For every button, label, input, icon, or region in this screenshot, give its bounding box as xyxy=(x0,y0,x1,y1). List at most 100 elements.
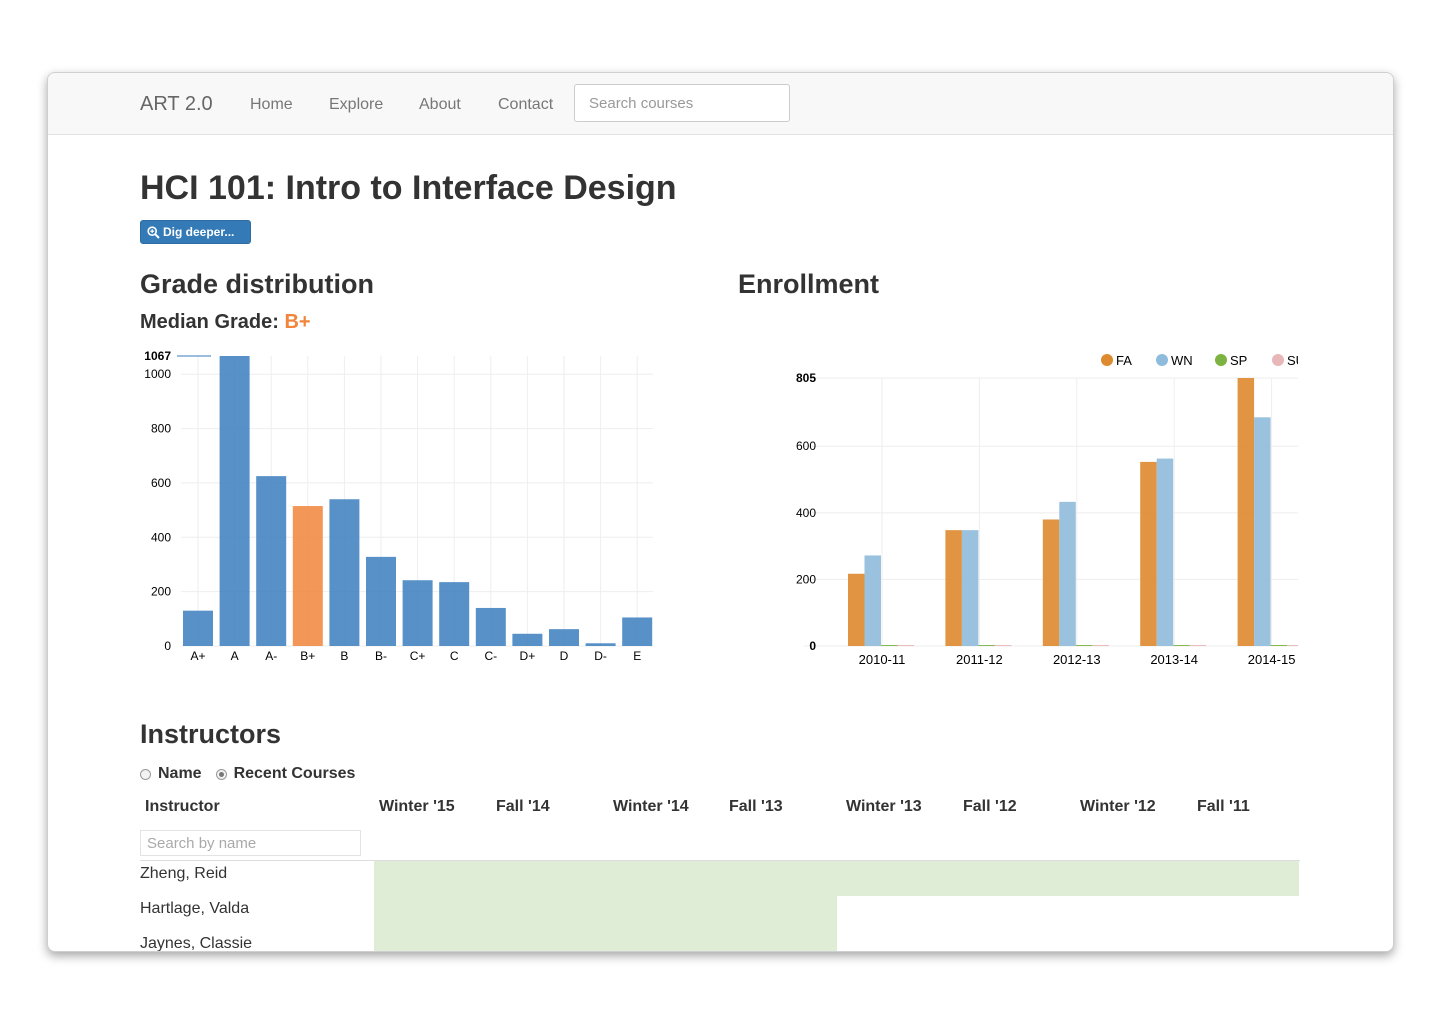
grade-bar[interactable] xyxy=(585,643,616,646)
term-header: Fall '13 xyxy=(729,798,783,815)
sort-name-radio[interactable] xyxy=(140,768,151,780)
x-tick-label: 2010-11 xyxy=(859,652,906,667)
grade-bar[interactable] xyxy=(402,580,433,646)
zoom-in-icon xyxy=(147,225,160,239)
sort-recent-radio[interactable] xyxy=(215,768,227,780)
grade-bar[interactable] xyxy=(475,607,506,646)
x-tick-label: E xyxy=(633,649,641,663)
median-grade-label: Median Grade: xyxy=(140,311,279,333)
dig-deeper-label: Dig deeper... xyxy=(163,225,235,239)
enrollment-bar-fa[interactable] xyxy=(1237,378,1255,646)
grade-bar[interactable] xyxy=(512,633,543,646)
y-tick-label: 1000 xyxy=(144,367,171,381)
enrollment-bar-su[interactable] xyxy=(994,645,1012,646)
legend-label[interactable]: SU xyxy=(1287,353,1298,368)
y-tick-label: 600 xyxy=(151,476,171,490)
x-tick-label: C+ xyxy=(410,649,426,663)
term-header: Winter '13 xyxy=(846,798,922,815)
brand-logo[interactable]: ART 2.0 xyxy=(140,93,213,116)
grade-bar[interactable] xyxy=(366,556,396,646)
enrollment-bar-fa[interactable] xyxy=(1140,461,1157,646)
x-tick-label: 2014-15 xyxy=(1248,652,1296,667)
x-tick-label: 2012-13 xyxy=(1053,652,1101,667)
legend-swatch-fa[interactable] xyxy=(1101,354,1113,366)
nav-about-link[interactable]: About xyxy=(419,96,461,114)
nav-explore-link[interactable]: Explore xyxy=(329,96,383,114)
browser-window: ART 2.0 Home Explore About Contact HCI 1… xyxy=(47,72,1394,952)
enrollment-bar-su[interactable] xyxy=(1287,645,1298,646)
term-header: Fall '14 xyxy=(496,798,550,815)
instructor-search-input[interactable] xyxy=(140,830,361,856)
nav-contact-link[interactable]: Contact xyxy=(498,96,553,114)
term-header: Fall '11 xyxy=(1197,798,1250,815)
y-tick-label: 200 xyxy=(151,585,171,599)
enrollment-bar-fa[interactable] xyxy=(945,530,962,646)
instructor-teaching-bar[interactable] xyxy=(374,896,837,951)
nav-home-link[interactable]: Home xyxy=(250,96,293,114)
enrollment-bar-wn[interactable] xyxy=(1254,417,1271,646)
enrollment-chart: 0 200 400 600 805 2010-11 2011-12 2012-13 2013-1… xyxy=(796,353,1298,667)
dig-deeper-button[interactable]: Dig deeper... xyxy=(140,220,251,244)
median-grade: Median Grade: B+ xyxy=(140,311,311,334)
legend-swatch-sp[interactable] xyxy=(1215,354,1227,366)
x-tick-label: 2013-14 xyxy=(1150,652,1198,667)
term-header: Winter '14 xyxy=(613,798,689,815)
legend-swatch-su[interactable] xyxy=(1272,354,1284,366)
enrollment-bar-wn[interactable] xyxy=(1059,501,1076,646)
y-tick-label: 600 xyxy=(796,439,816,453)
enrollment-bar-fa[interactable] xyxy=(848,573,865,646)
x-tick-label: A- xyxy=(265,649,277,663)
page-title: HCI 101: Intro to Interface Design xyxy=(140,169,677,207)
y-max-label: 805 xyxy=(796,371,816,385)
y-tick-label: 0 xyxy=(809,639,816,653)
enrollment-bar-sp[interactable] xyxy=(1173,645,1190,646)
x-tick-label: C- xyxy=(484,649,497,663)
enrollment-bar-fa[interactable] xyxy=(1042,519,1060,646)
course-search-input[interactable] xyxy=(574,84,790,122)
enrollment-bar-su[interactable] xyxy=(1189,645,1207,646)
x-tick-label: D- xyxy=(594,649,607,663)
legend-swatch-wn[interactable] xyxy=(1156,354,1168,366)
enrollment-bar-wn[interactable] xyxy=(864,555,882,646)
instructor-sort-options: Name Recent Courses xyxy=(140,765,355,783)
grade-bar[interactable] xyxy=(622,617,653,646)
enrollment-bar-sp[interactable] xyxy=(1075,645,1093,646)
navbar: ART 2.0 Home Explore About Contact xyxy=(48,73,1393,135)
instructor-name[interactable]: Zheng, Reid xyxy=(140,865,227,883)
instructors-title: Instructors xyxy=(140,719,282,749)
enrollment-bar-sp[interactable] xyxy=(978,645,995,646)
grade-bar[interactable] xyxy=(329,499,360,646)
grade-bar[interactable] xyxy=(219,356,250,646)
grade-bar[interactable] xyxy=(439,582,470,646)
grade-bar[interactable] xyxy=(256,476,287,646)
enrollment-bar-wn[interactable] xyxy=(961,530,979,646)
grade-bar[interactable] xyxy=(183,610,213,646)
term-header: Winter '12 xyxy=(1080,798,1156,815)
instructor-column-header: Instructor xyxy=(145,798,220,815)
sort-name-label[interactable]: Name xyxy=(158,765,202,783)
x-tick-label: A xyxy=(231,649,239,663)
x-tick-label: A+ xyxy=(190,649,205,663)
instructor-name[interactable]: Hartlage, Valda xyxy=(140,900,249,918)
x-tick-label: C xyxy=(450,649,459,663)
sort-recent-label[interactable]: Recent Courses xyxy=(234,765,356,783)
term-header: Fall '12 xyxy=(963,798,1017,815)
legend-label[interactable]: WN xyxy=(1171,353,1193,368)
legend-label[interactable]: SP xyxy=(1230,353,1247,368)
enrollment-bar-su[interactable] xyxy=(1092,645,1109,646)
enrollment-title: Enrollment xyxy=(738,269,880,299)
y-tick-label: 400 xyxy=(151,530,171,544)
enrollment-bar-sp[interactable] xyxy=(881,645,898,646)
x-tick-label: B xyxy=(340,649,348,663)
enrollment-bar-sp[interactable] xyxy=(1270,645,1288,646)
x-tick-label: D+ xyxy=(520,649,536,663)
instructor-teaching-bar[interactable] xyxy=(374,861,1299,896)
x-tick-label: B+ xyxy=(300,649,315,663)
grade-bar[interactable] xyxy=(292,506,323,646)
instructor-name[interactable]: Jaynes, Classie xyxy=(140,935,252,951)
enrollment-bar-wn[interactable] xyxy=(1156,458,1174,646)
enrollment-bar-su[interactable] xyxy=(897,645,915,646)
x-tick-label: D xyxy=(560,649,569,663)
legend-label[interactable]: FA xyxy=(1116,353,1132,368)
grade-bar[interactable] xyxy=(549,629,579,646)
